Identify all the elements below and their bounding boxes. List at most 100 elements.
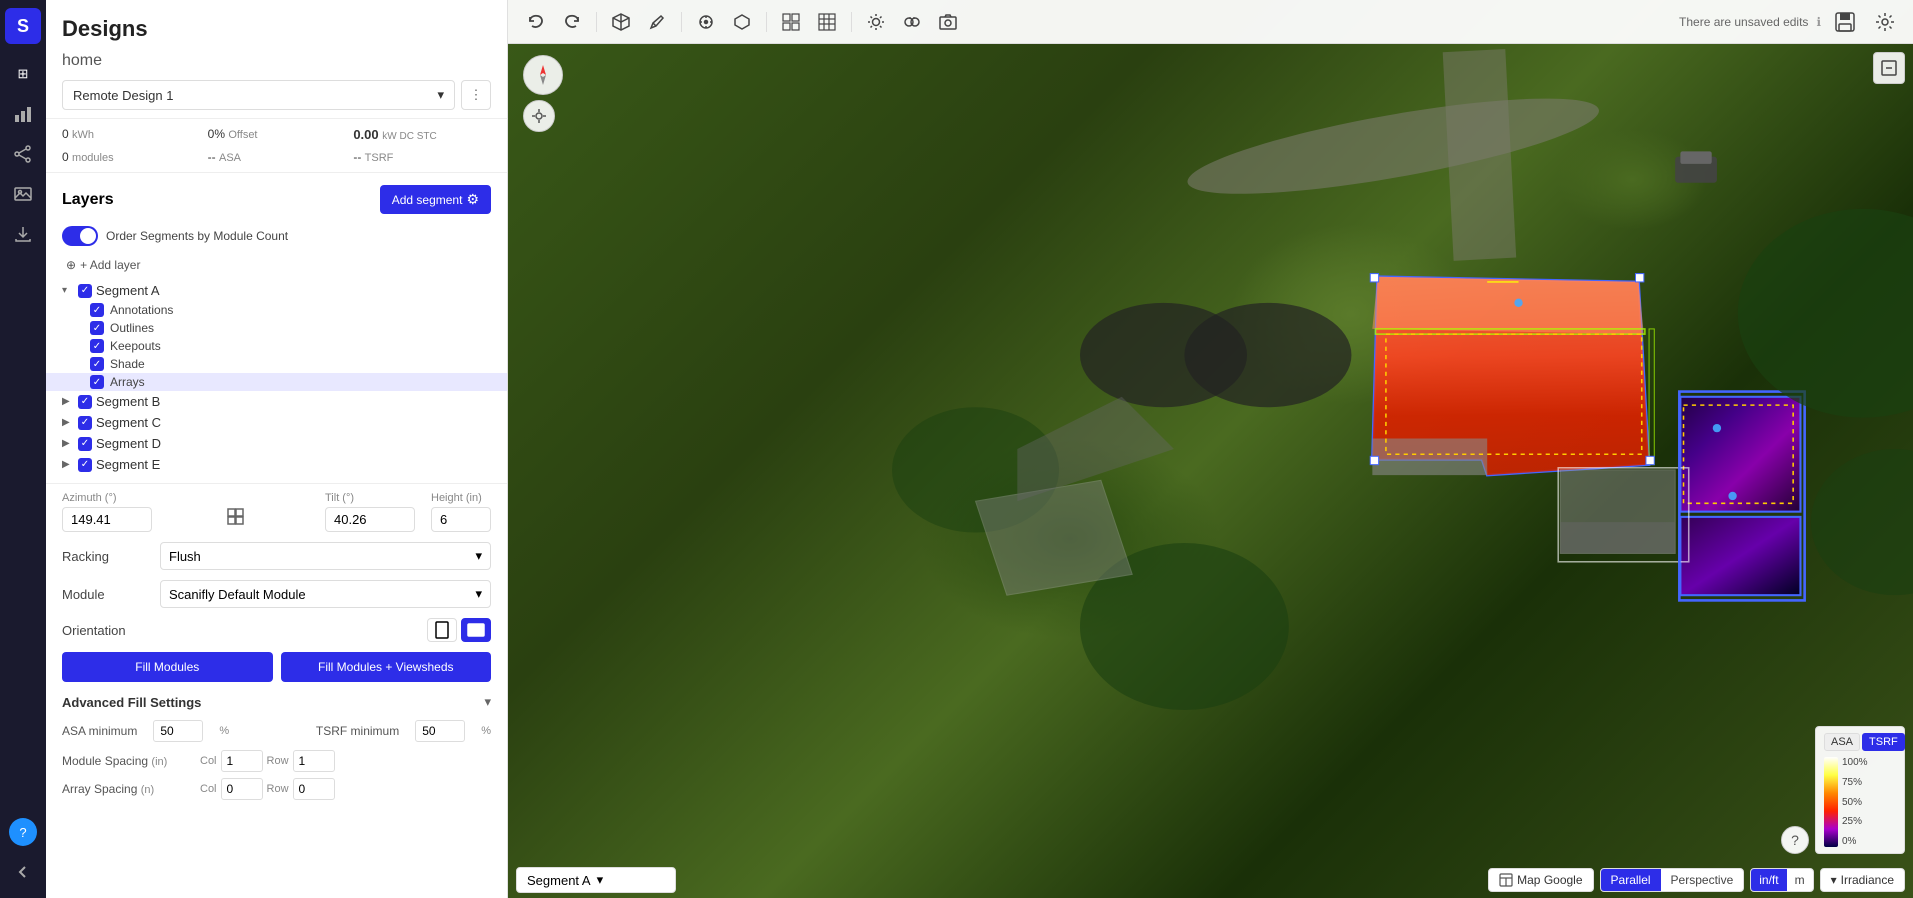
sidebar-item-share[interactable] (5, 136, 41, 172)
azimuth-input[interactable] (62, 507, 152, 532)
help-button[interactable]: ? (1781, 826, 1809, 854)
segment-b-row[interactable]: ▶ ✓ Segment B (46, 391, 507, 412)
segment-b-checkbox[interactable]: ✓ (78, 395, 92, 409)
outlines-checkbox[interactable]: ✓ (90, 321, 104, 335)
segment-d-row[interactable]: ▶ ✓ Segment D (46, 433, 507, 454)
sidebar-item-images[interactable] (5, 176, 41, 212)
height-input[interactable] (431, 507, 491, 532)
module-col-input[interactable] (221, 750, 263, 772)
sun-button[interactable] (860, 6, 892, 38)
segment-b-label: Segment B (96, 394, 160, 409)
shade-checkbox[interactable]: ✓ (90, 357, 104, 371)
scale-button[interactable] (896, 6, 928, 38)
screenshot-button[interactable] (932, 6, 964, 38)
perspective-toggle: Parallel Perspective (1600, 868, 1745, 892)
add-layer-row[interactable]: ⊕ + Add layer (46, 254, 507, 280)
collapse-icon[interactable]: ▾ (484, 694, 491, 710)
sidebar-item-chart[interactable] (5, 96, 41, 132)
modules-label: modules (72, 152, 114, 164)
tsrf-min-label: TSRF minimum (316, 724, 399, 738)
layers-title: Layers (62, 191, 114, 209)
settings-button[interactable] (1869, 6, 1901, 38)
save-button[interactable] (1829, 6, 1861, 38)
asa-min-row: ASA minimum % TSRF minimum % (62, 720, 491, 742)
segment-d-checkbox[interactable]: ✓ (78, 437, 92, 451)
segment-selector-value: Segment A (527, 873, 591, 888)
annotations-item[interactable]: ✓ Annotations (46, 301, 507, 319)
measure-button[interactable] (690, 6, 722, 38)
tsrf-stat: -- TSRF (353, 150, 491, 164)
segment-a-row[interactable]: ▾ ✓ Segment A (46, 280, 507, 301)
segment-a-label: Segment A (96, 283, 160, 298)
array-row-input[interactable] (293, 778, 335, 800)
sidebar-item-help[interactable]: ? (9, 818, 37, 846)
array-col-input[interactable] (221, 778, 263, 800)
sidebar-item-designs[interactable]: ⊞ (5, 56, 41, 92)
outlines-item[interactable]: ✓ Outlines (46, 319, 507, 337)
segment-e-row[interactable]: ▶ ✓ Segment E (46, 454, 507, 475)
location-button[interactable] (523, 100, 555, 132)
design-selector: Remote Design 1 ▾ ⋮ (62, 80, 491, 110)
expand-button[interactable] (1873, 52, 1905, 84)
add-segment-button[interactable]: Add segment ⚙ (380, 185, 491, 214)
perspective-button[interactable]: Perspective (1661, 869, 1744, 891)
unit-m-button[interactable]: m (1787, 869, 1813, 891)
unit-toggle: in/ft m (1750, 868, 1813, 892)
kw-label: kW DC STC (382, 131, 436, 142)
draw-button[interactable] (641, 6, 673, 38)
shade-item[interactable]: ✓ Shade (46, 355, 507, 373)
sidebar-item-download[interactable] (5, 216, 41, 252)
segment-e-checkbox[interactable]: ✓ (78, 458, 92, 472)
segment-a-checkbox[interactable]: ✓ (78, 284, 92, 298)
keepouts-checkbox[interactable]: ✓ (90, 339, 104, 353)
unit-inft-button[interactable]: in/ft (1751, 869, 1786, 891)
irradiance-button[interactable]: ▾ Irradiance (1820, 868, 1905, 892)
bottom-controls: Map Google Parallel Perspective in/ft m … (1488, 868, 1905, 892)
module-select[interactable]: Scanifly Default Module ▾ (160, 580, 491, 608)
compass-circle (523, 55, 563, 95)
segment-c-checkbox[interactable]: ✓ (78, 416, 92, 430)
module-row-input[interactable] (293, 750, 335, 772)
segment-c-row[interactable]: ▶ ✓ Segment C (46, 412, 507, 433)
grid-button[interactable] (775, 6, 807, 38)
parallel-button[interactable]: Parallel (1601, 869, 1661, 891)
asa-min-input[interactable] (153, 720, 203, 742)
landscape-button[interactable] (461, 618, 491, 642)
info-icon[interactable]: ℹ (1816, 15, 1821, 29)
table-button[interactable] (811, 6, 843, 38)
order-toggle[interactable] (62, 226, 98, 246)
segment-d-label: Segment D (96, 436, 161, 451)
annotations-checkbox[interactable]: ✓ (90, 303, 104, 317)
legend-tab-tsrf[interactable]: TSRF (1862, 733, 1905, 751)
unsaved-text: There are unsaved edits (1679, 15, 1808, 29)
map-provider-button[interactable]: Map Google (1488, 868, 1593, 892)
map-svg (508, 0, 1913, 898)
arrays-checkbox[interactable]: ✓ (90, 375, 104, 389)
portrait-button[interactable] (427, 618, 457, 642)
segment-selector-chevron: ▾ (597, 872, 604, 888)
fill-modules-button[interactable]: Fill Modules (62, 652, 273, 682)
tsrf-min-input[interactable] (415, 720, 465, 742)
segment-c-chevron: ▶ (62, 417, 74, 428)
fill-modules-viewsheds-button[interactable]: Fill Modules + Viewsheds (281, 652, 492, 682)
undo-button[interactable] (520, 6, 552, 38)
shade-label: Shade (110, 357, 145, 371)
tilt-input[interactable] (325, 507, 415, 532)
expand-icon[interactable] (1873, 52, 1905, 84)
arrays-item[interactable]: ✓ Arrays (46, 373, 507, 391)
keepouts-label: Keepouts (110, 339, 161, 353)
sidebar-item-back[interactable] (5, 854, 41, 890)
design-dropdown[interactable]: Remote Design 1 ▾ (62, 80, 455, 110)
segment-selector[interactable]: Segment A ▾ (516, 867, 676, 893)
aerial-background (508, 0, 1913, 898)
keepouts-item[interactable]: ✓ Keepouts (46, 337, 507, 355)
app-logo: S (5, 8, 41, 44)
racking-row: Racking Flush ▾ (62, 542, 491, 570)
racking-select[interactable]: Flush ▾ (160, 542, 491, 570)
legend-tab-asa[interactable]: ASA (1824, 733, 1860, 751)
redo-button[interactable] (556, 6, 588, 38)
polygon-button[interactable] (726, 6, 758, 38)
design-options-button[interactable]: ⋮ (461, 80, 491, 110)
module-spacing-inputs: Col Row (200, 750, 335, 772)
cube-button[interactable] (605, 6, 637, 38)
